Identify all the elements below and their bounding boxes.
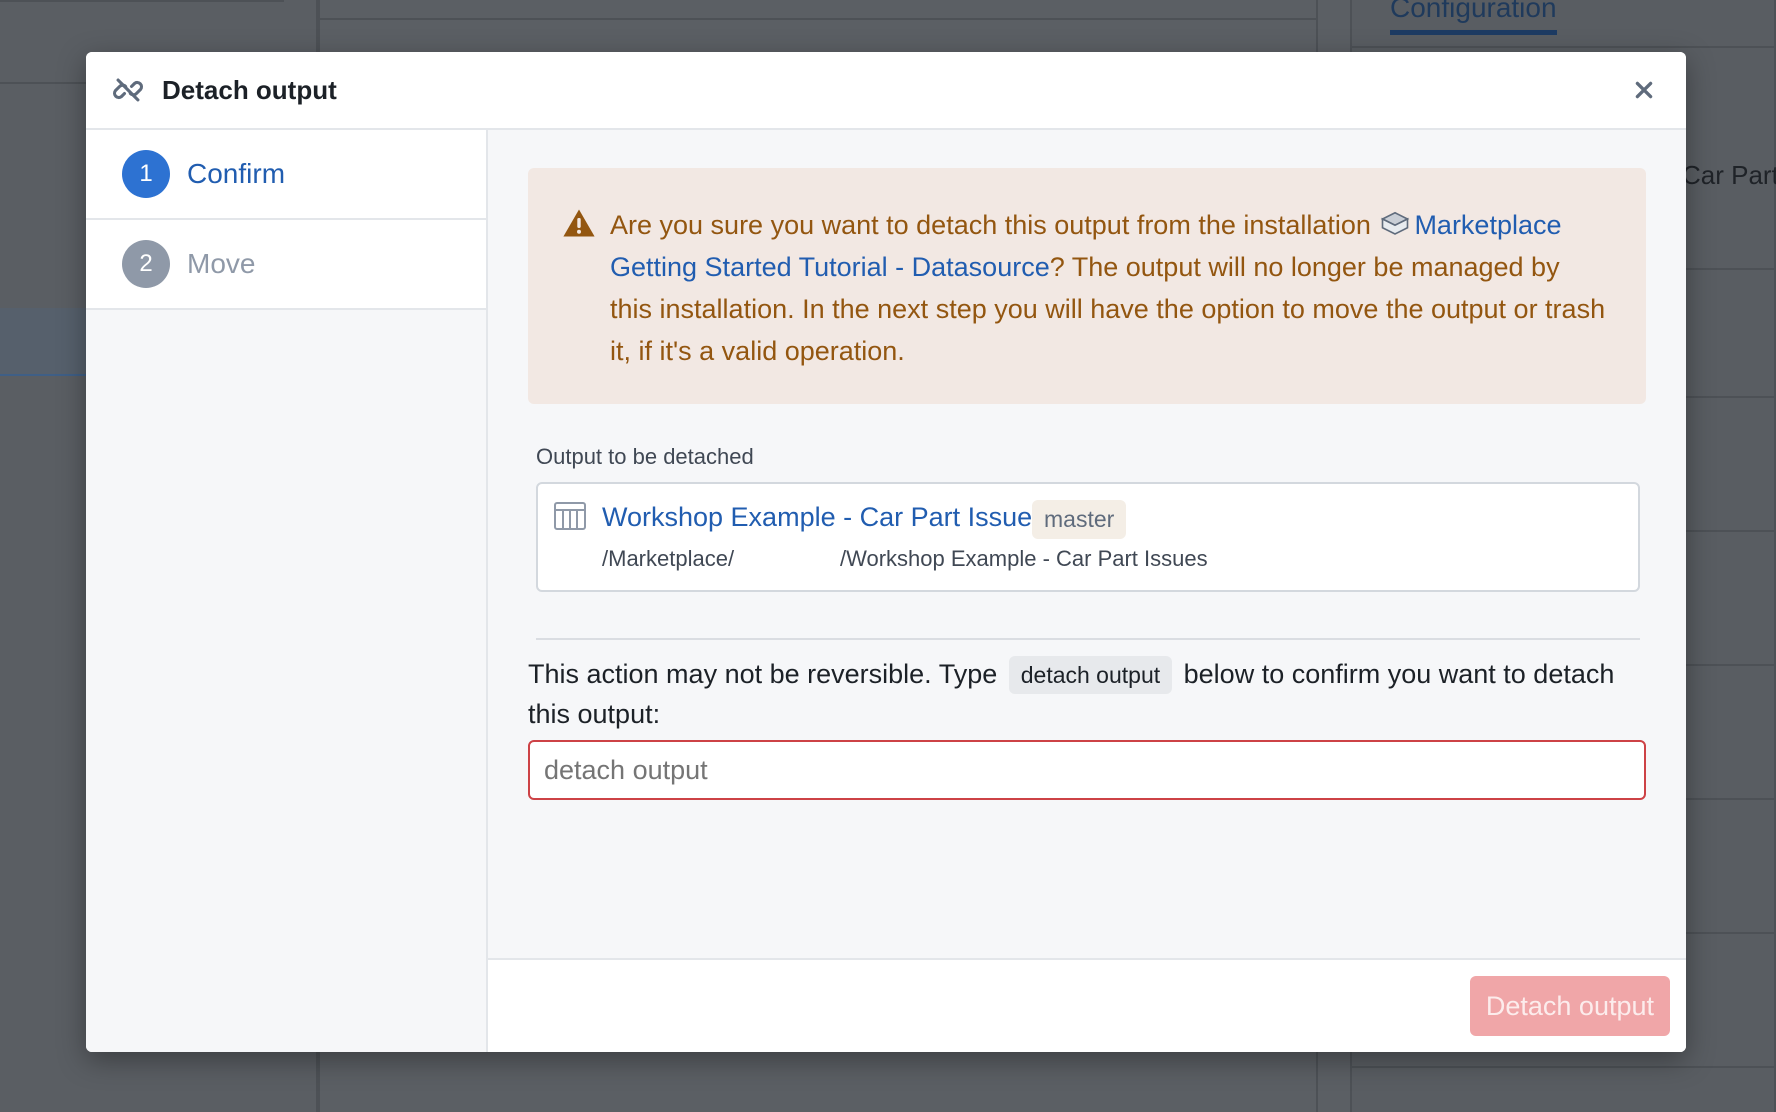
background-selected-item bbox=[0, 308, 88, 376]
step-number: 2 bbox=[122, 240, 170, 288]
dialog-header: Detach output bbox=[86, 52, 1686, 130]
confirmation-text-before: This action may not be reversible. Type bbox=[528, 659, 1005, 689]
step-label: Confirm bbox=[187, 158, 286, 189]
table-icon bbox=[554, 502, 586, 530]
detach-output-dialog: Detach output 1 Confirm 2 Move Are you s… bbox=[86, 52, 1686, 1052]
step-move: 2 Move bbox=[86, 220, 486, 310]
output-path-prefix: /Marketplace/ bbox=[602, 546, 735, 571]
close-button[interactable] bbox=[1626, 72, 1662, 108]
warning-text-before: Are you sure you want to detach this out… bbox=[610, 210, 1379, 240]
branch-tag: master bbox=[1032, 500, 1127, 539]
background-label: Car Part bbox=[1682, 160, 1776, 190]
confirm-step-content: Are you sure you want to detach this out… bbox=[528, 168, 1646, 800]
marketplace-cube-icon bbox=[1380, 208, 1410, 236]
background-divider bbox=[320, 18, 1316, 20]
warning-icon bbox=[562, 207, 596, 241]
dialog-title: Detach output bbox=[162, 74, 337, 105]
unlink-icon bbox=[110, 72, 146, 108]
output-name-link[interactable]: Workshop Example - Car Part Issues bbox=[602, 502, 1046, 533]
background-divider bbox=[0, 0, 284, 2]
warning-message: Are you sure you want to detach this out… bbox=[610, 204, 1606, 372]
background-tab-configuration: Configuration bbox=[1390, 0, 1557, 35]
dialog-body: 1 Confirm 2 Move Are you sure you want t… bbox=[86, 130, 1686, 1052]
section-divider bbox=[536, 638, 1640, 640]
step-number: 1 bbox=[122, 150, 170, 198]
close-icon bbox=[1635, 81, 1653, 99]
output-path-suffix: /Workshop Example - Car Part Issues bbox=[840, 546, 1208, 571]
steps-sidebar: 1 Confirm 2 Move bbox=[86, 130, 488, 1052]
background-divider bbox=[1352, 46, 1776, 48]
warning-callout: Are you sure you want to detach this out… bbox=[528, 168, 1646, 404]
step-confirm[interactable]: 1 Confirm bbox=[86, 130, 486, 220]
detach-output-button[interactable]: Detach output bbox=[1469, 976, 1670, 1036]
step-label: Move bbox=[187, 248, 256, 279]
background-divider bbox=[1352, 1066, 1776, 1068]
confirmation-input[interactable] bbox=[528, 740, 1646, 800]
step-content: Are you sure you want to detach this out… bbox=[488, 130, 1686, 1052]
output-card: Workshop Example - Car Part Issues maste… bbox=[536, 482, 1640, 592]
output-section-label: Output to be detached bbox=[536, 444, 754, 469]
confirmation-code: detach output bbox=[1008, 656, 1173, 694]
confirmation-instructions: This action may not be reversible. Type … bbox=[528, 654, 1646, 734]
dialog-footer: Detach output bbox=[488, 958, 1686, 1052]
